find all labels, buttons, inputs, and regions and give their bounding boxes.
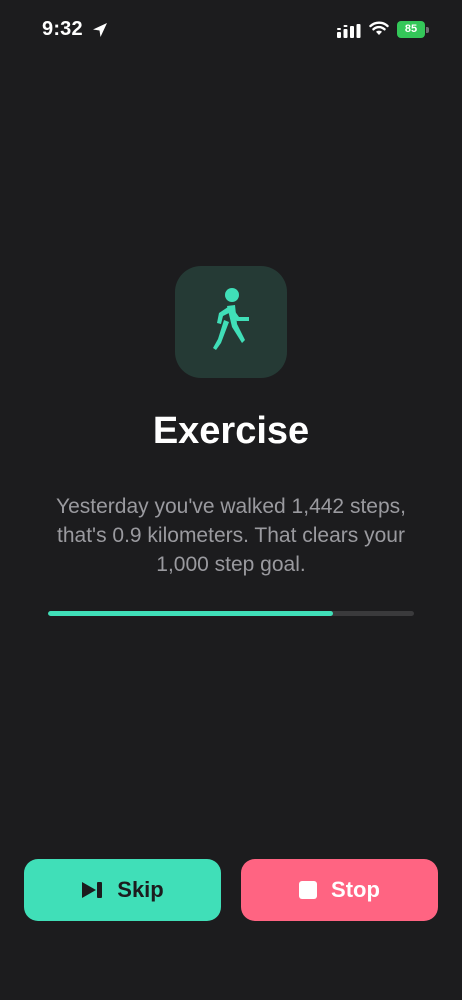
status-time: 9:32 [42,18,83,40]
step-progress-bar [48,611,414,616]
stop-button[interactable]: Stop [241,859,438,921]
battery-level: 85 [397,21,425,38]
exercise-app-icon [175,266,287,378]
location-arrow-icon [93,23,107,37]
stop-button-label: Stop [331,877,380,902]
status-bar: 9:32 85 [0,0,462,62]
walking-figure-icon [213,288,249,350]
skip-forward-icon [82,882,103,898]
steps-description: Yesterday you've walked 1,442 steps, tha… [56,495,406,576]
cellular-signal-icon [337,24,361,38]
skip-button[interactable]: Skip [24,859,221,921]
step-progress-fill [48,611,334,616]
page-title: Exercise [152,410,310,452]
skip-button-label: Skip [117,877,164,902]
battery-cap [426,27,429,33]
battery-indicator: 85 [397,21,430,38]
stop-square-icon [299,881,318,899]
wifi-icon [369,21,389,35]
